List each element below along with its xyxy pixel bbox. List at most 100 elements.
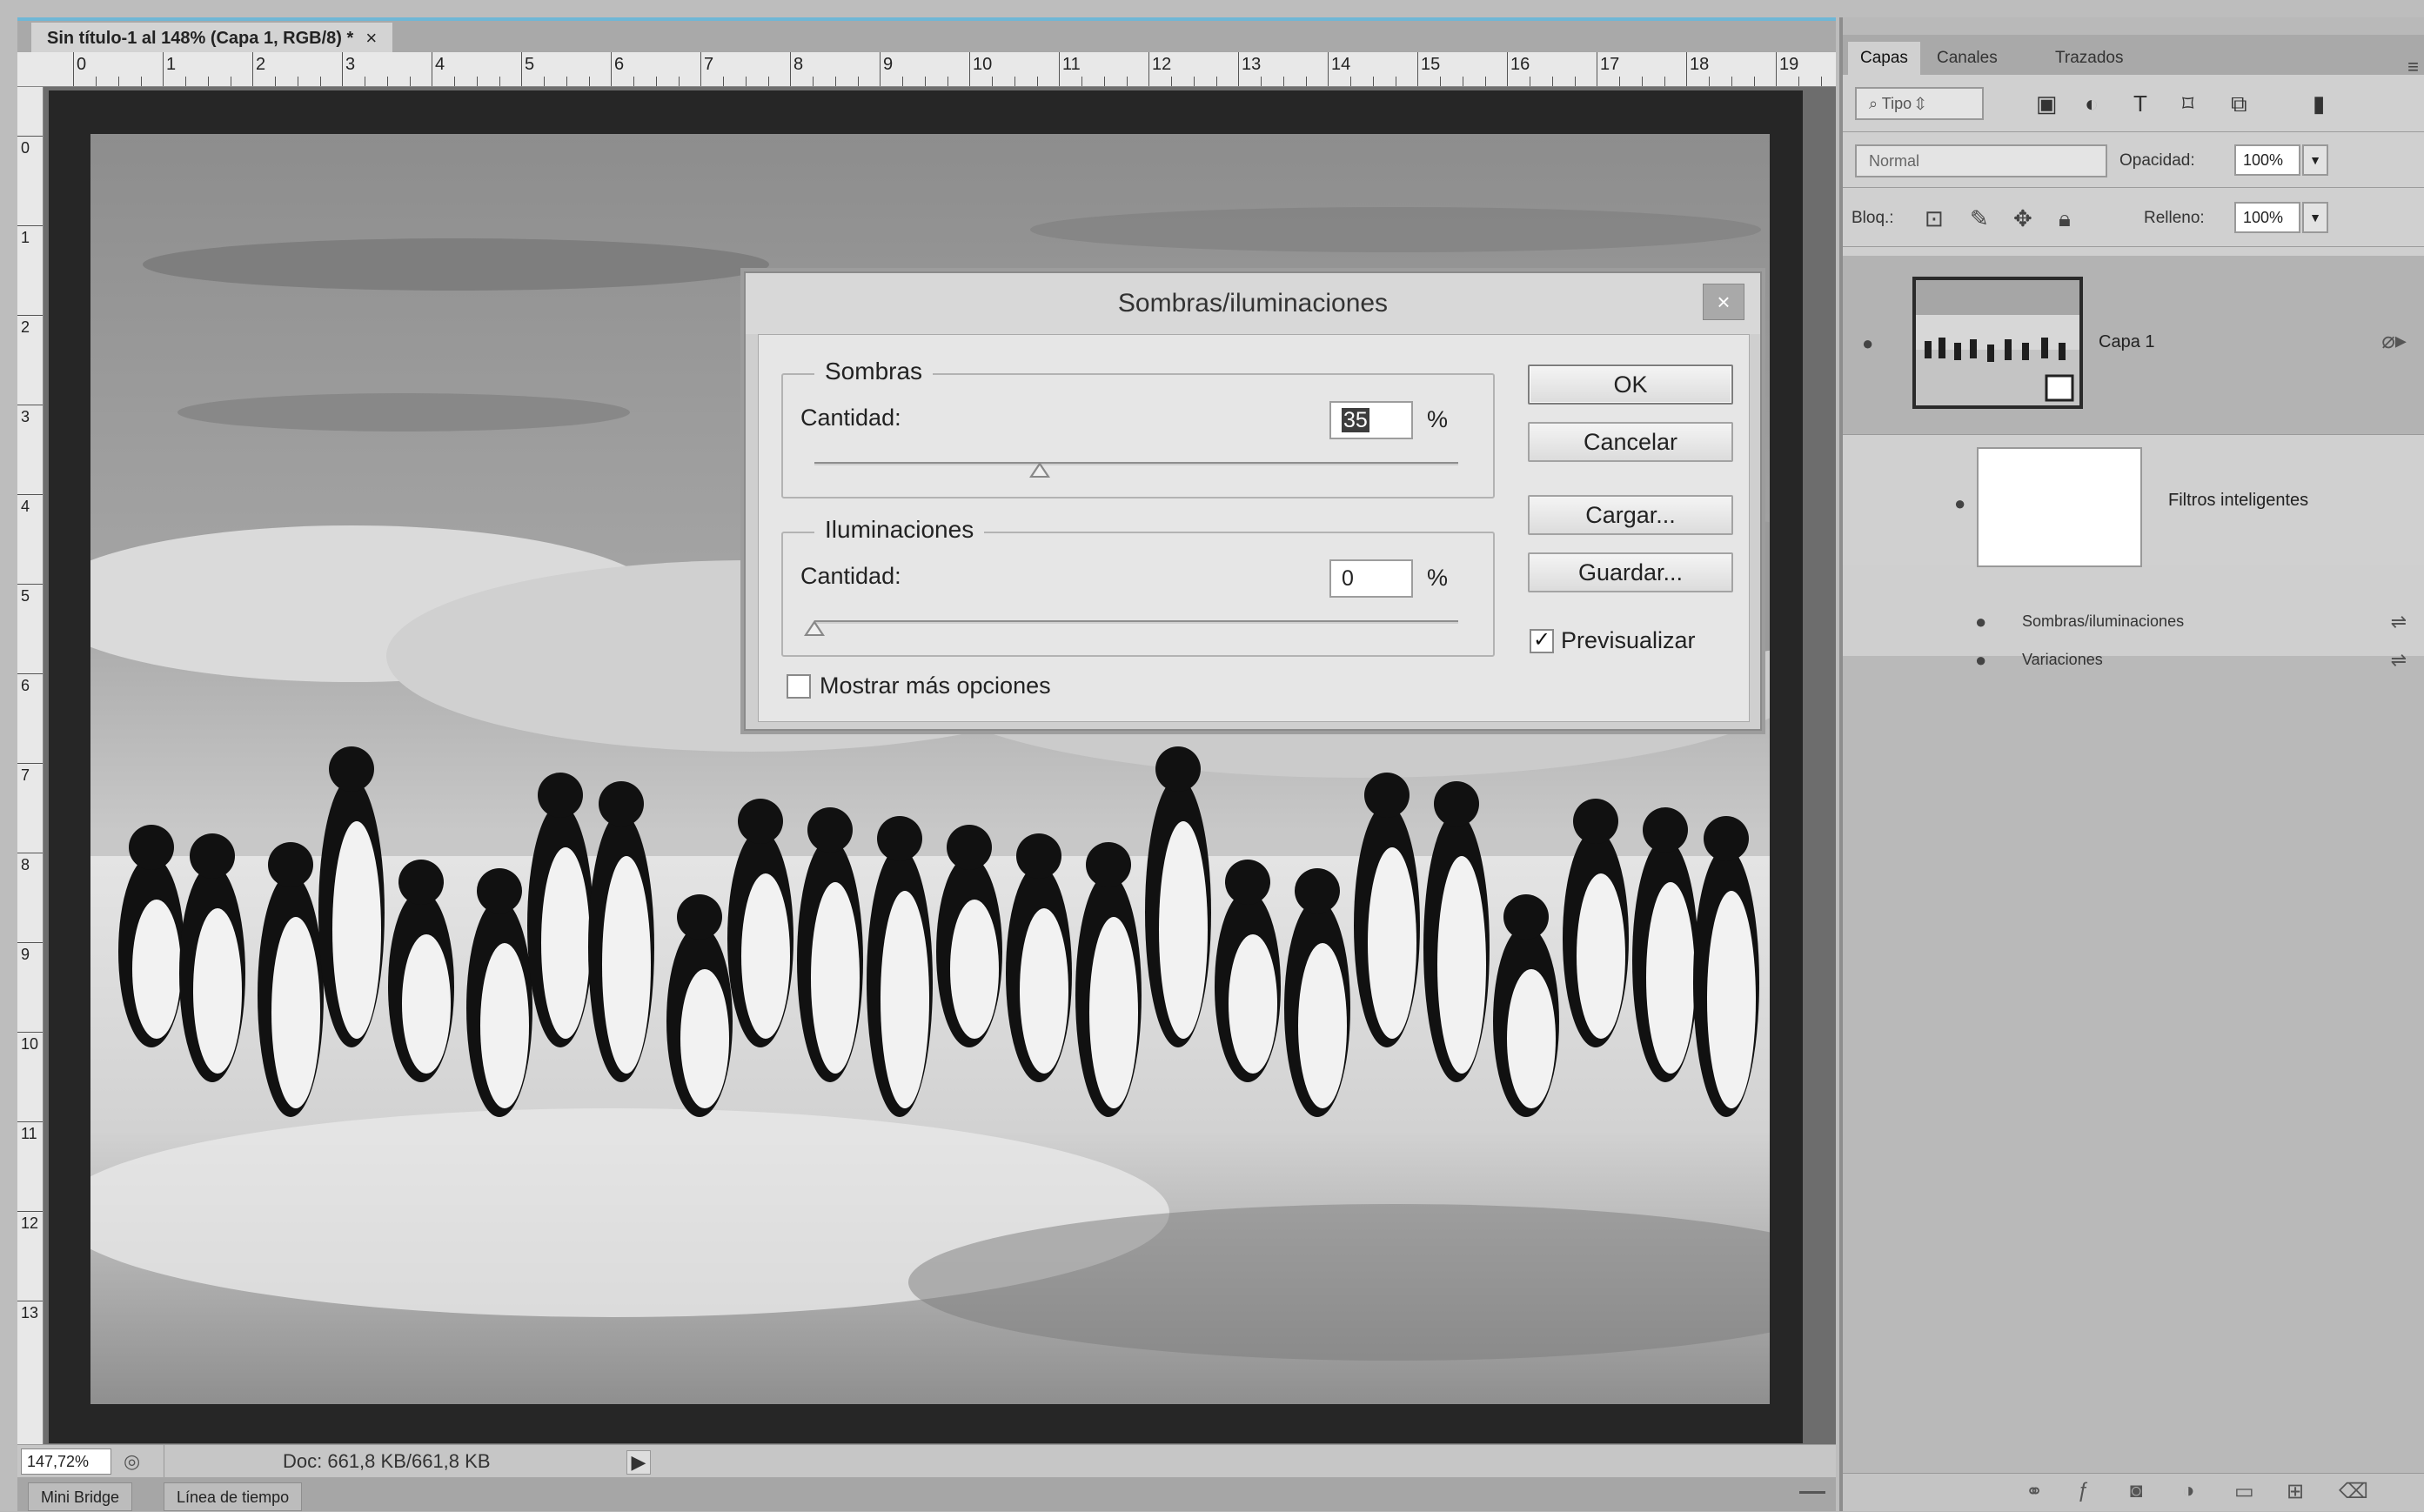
penguin-head (807, 807, 853, 853)
tab-layers[interactable]: Capas (1848, 42, 1920, 75)
ruler-tick (163, 52, 164, 86)
layer-style-icon[interactable]: ƒ (2078, 1479, 2089, 1503)
blend-mode-select[interactable]: Normal (1855, 144, 2107, 177)
ruler-label: 12 (1152, 55, 1172, 74)
eye-icon[interactable]: ● (1975, 611, 1986, 633)
link-layers-icon[interactable]: ⚭ (2026, 1479, 2043, 1504)
penguin-belly (541, 847, 590, 1039)
type-layer-filter-icon[interactable]: T (2133, 90, 2147, 117)
tab-channels[interactable]: Canales (1925, 42, 2010, 75)
chevron-updown-icon: ⇕ (1916, 95, 1925, 112)
penguin-head (1155, 746, 1201, 792)
ruler-tick (17, 584, 43, 585)
penguin-head (1295, 868, 1340, 913)
cancel-button[interactable]: Cancelar (1528, 422, 1733, 462)
zoom-options-icon[interactable]: ◎ (124, 1450, 140, 1473)
highlights-slider-track[interactable] (814, 620, 1458, 624)
ok-button[interactable]: OK (1528, 365, 1733, 405)
highlights-group: Iluminaciones Cantidad: 0 % (781, 516, 1495, 657)
ruler-label: 11 (1062, 55, 1081, 74)
penguin-head (1503, 894, 1549, 940)
dialog-close-icon[interactable]: × (1703, 284, 1744, 320)
dialog-title[interactable]: Sombras/iluminaciones (746, 273, 1760, 334)
collapse-icon[interactable] (1799, 1491, 1825, 1494)
save-button[interactable]: Guardar... (1528, 552, 1733, 592)
adjustment-layer-filter-icon[interactable]: ◐ (2085, 90, 2099, 117)
tab-timeline[interactable]: Línea de tiempo (164, 1482, 303, 1511)
delete-layer-icon[interactable]: ⌫ (2339, 1479, 2368, 1504)
ruler-tick (17, 1032, 43, 1033)
ruler-minor-tick (1754, 77, 1755, 86)
opacity-dropdown-icon[interactable]: ▼ (2302, 144, 2328, 176)
eye-icon[interactable]: ● (1975, 649, 1986, 672)
penguin-head (477, 868, 522, 913)
ruler-label: 7 (21, 766, 30, 784)
vertical-ruler[interactable]: 0 1 2 3 4 5 6 7 8 9 10 11 12 13 (17, 87, 44, 1444)
ruler-tick (1148, 52, 1149, 86)
fill-input[interactable]: 100% (2234, 202, 2300, 233)
filter-toggle-icon[interactable]: ▮ (2313, 90, 2325, 117)
opacity-label: Opacidad: (2119, 151, 2195, 170)
adjustment-layer-icon[interactable]: ◑ (2182, 1479, 2195, 1503)
penguin-head (329, 746, 374, 792)
layer-name[interactable]: Capa 1 (2099, 332, 2155, 352)
tab-paths[interactable]: Trazados (2043, 42, 2136, 75)
preview-checkbox[interactable]: ✓ (1530, 629, 1554, 653)
layer-row-capa-1[interactable]: ● Capa 1 ⌀▸ (1843, 256, 2424, 435)
horizontal-ruler[interactable]: 0 1 2 3 4 5 6 7 8 9 10 11 12 13 14 15 16 17 18 19 (17, 52, 1836, 87)
zoom-field[interactable]: 147,72% (21, 1448, 111, 1475)
eye-icon[interactable]: ● (1862, 332, 1873, 355)
eye-icon[interactable]: ● (1954, 492, 1965, 515)
blend-mode-value: Normal (1869, 152, 1920, 170)
shadows-slider-track[interactable] (814, 462, 1458, 465)
ruler-label: 17 (1600, 55, 1620, 74)
ruler-label: 6 (614, 55, 625, 74)
document-tab[interactable]: Sin título-1 al 148% (Capa 1, RGB/8) * × (31, 23, 393, 54)
pixel-layer-filter-icon[interactable]: ▣ (2036, 90, 2058, 117)
fill-dropdown-icon[interactable]: ▼ (2302, 202, 2328, 233)
smart-filter-mask-thumbnail[interactable] (1977, 447, 2142, 567)
penguin-belly (1368, 847, 1416, 1039)
layer-filter-select[interactable]: ⌕ Tipo ⇕ (1855, 87, 1984, 120)
lock-paint-icon[interactable]: ✎ (1970, 205, 1989, 232)
blending-options-icon[interactable]: ⇌ (2391, 611, 2407, 633)
lock-position-icon[interactable]: ✥ (2013, 205, 2032, 232)
penguin-head (1643, 807, 1688, 853)
load-button[interactable]: Cargar... (1528, 495, 1733, 535)
layer-thumbnail[interactable] (1912, 277, 2083, 409)
opacity-input[interactable]: 100% (2234, 144, 2300, 176)
smart-object-filter-icon[interactable]: ⧉ (2231, 90, 2247, 118)
highlights-amount-value: 0 (1342, 566, 1354, 591)
canvas-area[interactable]: Sombras/iluminaciones × Sombras Cantidad… (44, 87, 1836, 1444)
highlights-slider-thumb[interactable] (804, 620, 825, 636)
add-mask-icon[interactable]: ◙ (2130, 1479, 2143, 1503)
penguin-belly (881, 891, 929, 1108)
close-tab-icon[interactable]: × (365, 23, 377, 54)
smart-filters-row[interactable]: ● Filtros inteligentes (1843, 435, 2424, 567)
penguin-belly (1437, 856, 1486, 1074)
status-menu-arrow-icon[interactable]: ▶ (626, 1450, 651, 1475)
ruler-minor-tick (1104, 77, 1105, 86)
layers-list: ● Capa 1 ⌀▸ ● Filtros inteligentes ● Som… (1843, 247, 2424, 671)
filter-item[interactable]: ● Variaciones ⇌ (1843, 642, 2424, 680)
panel-tabs: Capas Canales Trazados ≡ (1843, 35, 2424, 77)
shape-layer-filter-icon[interactable]: ⌑ (2182, 90, 2193, 117)
shadows-amount-input[interactable]: 35 (1329, 401, 1413, 439)
new-group-icon[interactable]: ▭ (2234, 1479, 2254, 1504)
highlights-amount-input[interactable]: 0 (1329, 559, 1413, 598)
tab-mini-bridge[interactable]: Mini Bridge (28, 1482, 133, 1511)
more-options-label: Mostrar más opciones (820, 672, 1051, 699)
blending-options-icon[interactable]: ⇌ (2391, 649, 2407, 672)
lock-transparent-icon[interactable]: ⊡ (1925, 205, 1944, 232)
new-layer-icon[interactable]: ⊞ (2287, 1479, 2304, 1504)
ruler-tick (17, 225, 43, 226)
status-bar: 147,72% ◎ Doc: 661,8 KB/661,8 KB ▶ (17, 1444, 1836, 1478)
lock-all-icon[interactable]: 🔒︎ (2059, 205, 2071, 233)
shadows-slider-thumb[interactable] (1029, 462, 1050, 478)
ruler-label: 10 (21, 1035, 39, 1053)
filter-item[interactable]: ● Sombras/iluminaciones ⇌ (1843, 604, 2424, 642)
ruler-minor-tick (118, 77, 119, 86)
smart-filter-options-icon[interactable]: ⌀▸ (2381, 327, 2407, 354)
ruler-label: 10 (973, 55, 993, 74)
more-options-checkbox[interactable] (787, 674, 811, 699)
